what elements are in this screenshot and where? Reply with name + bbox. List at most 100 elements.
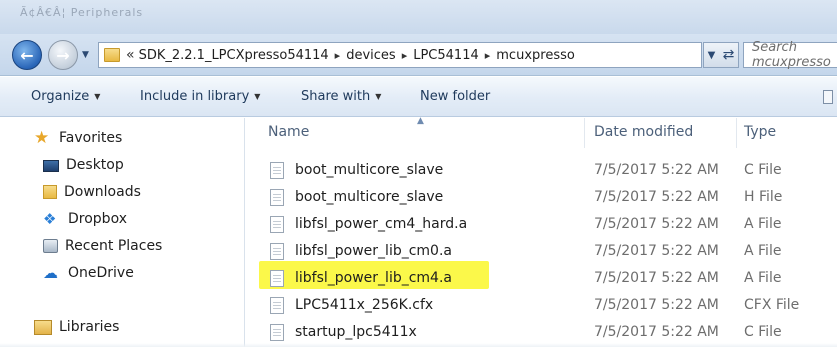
file-type: C File <box>744 324 782 340</box>
breadcrumb-lpc54114[interactable]: LPC54114 <box>413 48 479 63</box>
chevron-down-icon: ▼ <box>375 92 382 101</box>
column-divider[interactable] <box>736 118 737 148</box>
column-divider[interactable] <box>584 118 585 148</box>
file-row[interactable]: boot_multicore_slave 7/5/2017 5:22 AM H … <box>266 185 837 209</box>
window-title-ghost: Ã¢Â€Â¦ Peripherals <box>20 6 144 19</box>
file-row[interactable]: boot_multicore_slave 7/5/2017 5:22 AM C … <box>266 158 837 182</box>
nav-desktop[interactable]: Desktop <box>43 154 124 176</box>
breadcrumb-sdk[interactable]: SDK_2.2.1_LPCXpresso54114 <box>139 48 329 63</box>
nav-dropbox-label: Dropbox <box>68 211 127 227</box>
arrow-right-icon: → <box>56 45 70 65</box>
history-dropdown-icon[interactable]: ▼ <box>708 50 716 61</box>
file-row[interactable]: libfsl_power_lib_cm0.a 7/5/2017 5:22 AM … <box>266 239 837 263</box>
file-date: 7/5/2017 5:22 AM <box>594 270 719 286</box>
search-placeholder: Search mcuxpresso <box>752 40 831 70</box>
file-row[interactable]: startup_lpc5411x 7/5/2017 5:22 AM C File <box>266 320 837 344</box>
cfx-file-icon <box>270 296 284 314</box>
forward-button[interactable]: → <box>48 40 78 70</box>
nav-favorites-label: Favorites <box>59 130 123 146</box>
file-type: A File <box>744 216 782 232</box>
cloud-icon: ☁ <box>43 264 58 282</box>
nav-downloads[interactable]: Downloads <box>43 181 141 203</box>
navigation-pane: ★ Favorites Desktop Downloads ❖ Dropbox … <box>0 118 245 347</box>
file-date: 7/5/2017 5:22 AM <box>594 243 719 259</box>
breadcrumb-mcuxpresso[interactable]: mcuxpresso <box>496 48 575 63</box>
file-date: 7/5/2017 5:22 AM <box>594 297 719 313</box>
nav-onedrive-label: OneDrive <box>68 265 134 281</box>
dropbox-icon: ❖ <box>43 210 57 228</box>
nav-desktop-label: Desktop <box>66 157 124 173</box>
file-name: libfsl_power_lib_cm0.a <box>295 243 452 259</box>
preview-pane-icon[interactable] <box>823 90 833 104</box>
file-name: libfsl_power_cm4_hard.a <box>295 216 468 232</box>
column-header-row: Name Date modified Type <box>246 118 837 148</box>
a-file-icon <box>270 215 284 233</box>
downloads-folder-icon <box>43 185 57 199</box>
chevron-down-icon: ▼ <box>94 92 101 101</box>
breadcrumb-devices[interactable]: devices <box>346 48 395 63</box>
file-date: 7/5/2017 5:22 AM <box>594 162 719 178</box>
folder-icon <box>104 48 120 62</box>
file-name: LPC5411x_256K.cfx <box>295 297 434 313</box>
address-row: ← → ▼ « SDK_2.2.1_LPCXpresso54114 ▸ devi… <box>0 34 837 76</box>
share-with-button[interactable]: Share with ▼ <box>301 77 381 116</box>
file-name: libfsl_power_lib_cm4.a <box>295 270 452 286</box>
file-row[interactable]: LPC5411x_256K.cfx 7/5/2017 5:22 AM CFX F… <box>266 293 837 317</box>
nav-downloads-label: Downloads <box>64 184 141 200</box>
back-button[interactable]: ← <box>12 40 42 70</box>
share-with-label: Share with <box>301 89 371 104</box>
window-title-bar: Ã¢Â€Â¦ Peripherals <box>0 0 837 34</box>
address-bar[interactable]: « SDK_2.2.1_LPCXpresso54114 ▸ devices ▸ … <box>98 42 702 68</box>
star-icon: ★ <box>34 128 50 148</box>
breadcrumb-separator-icon[interactable]: ▸ <box>396 49 414 62</box>
organize-label: Organize <box>31 89 90 104</box>
file-date: 7/5/2017 5:22 AM <box>594 189 719 205</box>
nav-favorites[interactable]: ★ Favorites <box>34 127 122 149</box>
sort-ascending-icon: ▲ <box>417 116 424 126</box>
nav-recent-places-label: Recent Places <box>65 238 163 254</box>
file-date: 7/5/2017 5:22 AM <box>594 216 719 232</box>
bottom-edge <box>0 343 837 347</box>
file-name: startup_lpc5411x <box>295 324 417 340</box>
breadcrumb-separator-icon[interactable]: ▸ <box>479 49 497 62</box>
file-type: H File <box>744 189 783 205</box>
command-bar: Organize ▼ Include in library ▼ Share wi… <box>0 77 837 117</box>
file-row-highlighted[interactable]: libfsl_power_lib_cm4.a 7/5/2017 5:22 AM … <box>266 266 837 290</box>
nav-libraries[interactable]: Libraries <box>34 316 119 338</box>
file-type: CFX File <box>744 297 800 313</box>
recent-pages-dropdown[interactable]: ▼ <box>82 50 94 62</box>
arrow-left-icon: ← <box>20 45 34 65</box>
include-in-library-label: Include in library <box>140 89 250 104</box>
refresh-icon[interactable]: ⇄ <box>723 47 735 63</box>
include-in-library-button[interactable]: Include in library ▼ <box>140 77 260 116</box>
breadcrumb-overflow[interactable]: « <box>126 47 139 63</box>
file-date: 7/5/2017 5:22 AM <box>594 324 719 340</box>
c-file-icon <box>270 323 284 341</box>
file-name: boot_multicore_slave <box>295 189 444 205</box>
file-row[interactable]: libfsl_power_cm4_hard.a 7/5/2017 5:22 AM… <box>266 212 837 236</box>
column-header-date-modified[interactable]: Date modified <box>594 124 693 140</box>
new-folder-label: New folder <box>420 89 491 104</box>
column-header-type[interactable]: Type <box>744 124 776 140</box>
desktop-icon <box>43 160 59 172</box>
a-file-icon <box>270 242 284 260</box>
file-type: A File <box>744 243 782 259</box>
new-folder-button[interactable]: New folder <box>420 77 490 116</box>
file-name: boot_multicore_slave <box>295 162 444 178</box>
file-type: A File <box>744 270 782 286</box>
search-input[interactable]: Search mcuxpresso <box>743 40 837 70</box>
column-header-name[interactable]: Name <box>268 124 309 140</box>
h-file-icon <box>270 188 284 206</box>
nav-onedrive[interactable]: ☁ OneDrive <box>43 262 134 284</box>
libraries-icon <box>34 319 52 335</box>
file-type: C File <box>744 162 782 178</box>
a-file-icon <box>270 269 284 287</box>
organize-button[interactable]: Organize ▼ <box>31 77 100 116</box>
breadcrumb-separator-icon[interactable]: ▸ <box>329 49 347 62</box>
c-file-icon <box>270 161 284 179</box>
address-tools[interactable]: ▼ ⇄ <box>703 42 739 68</box>
nav-libraries-label: Libraries <box>59 319 120 335</box>
nav-recent-places[interactable]: Recent Places <box>43 235 162 257</box>
chevron-down-icon: ▼ <box>82 50 89 60</box>
nav-dropbox[interactable]: ❖ Dropbox <box>43 208 127 230</box>
